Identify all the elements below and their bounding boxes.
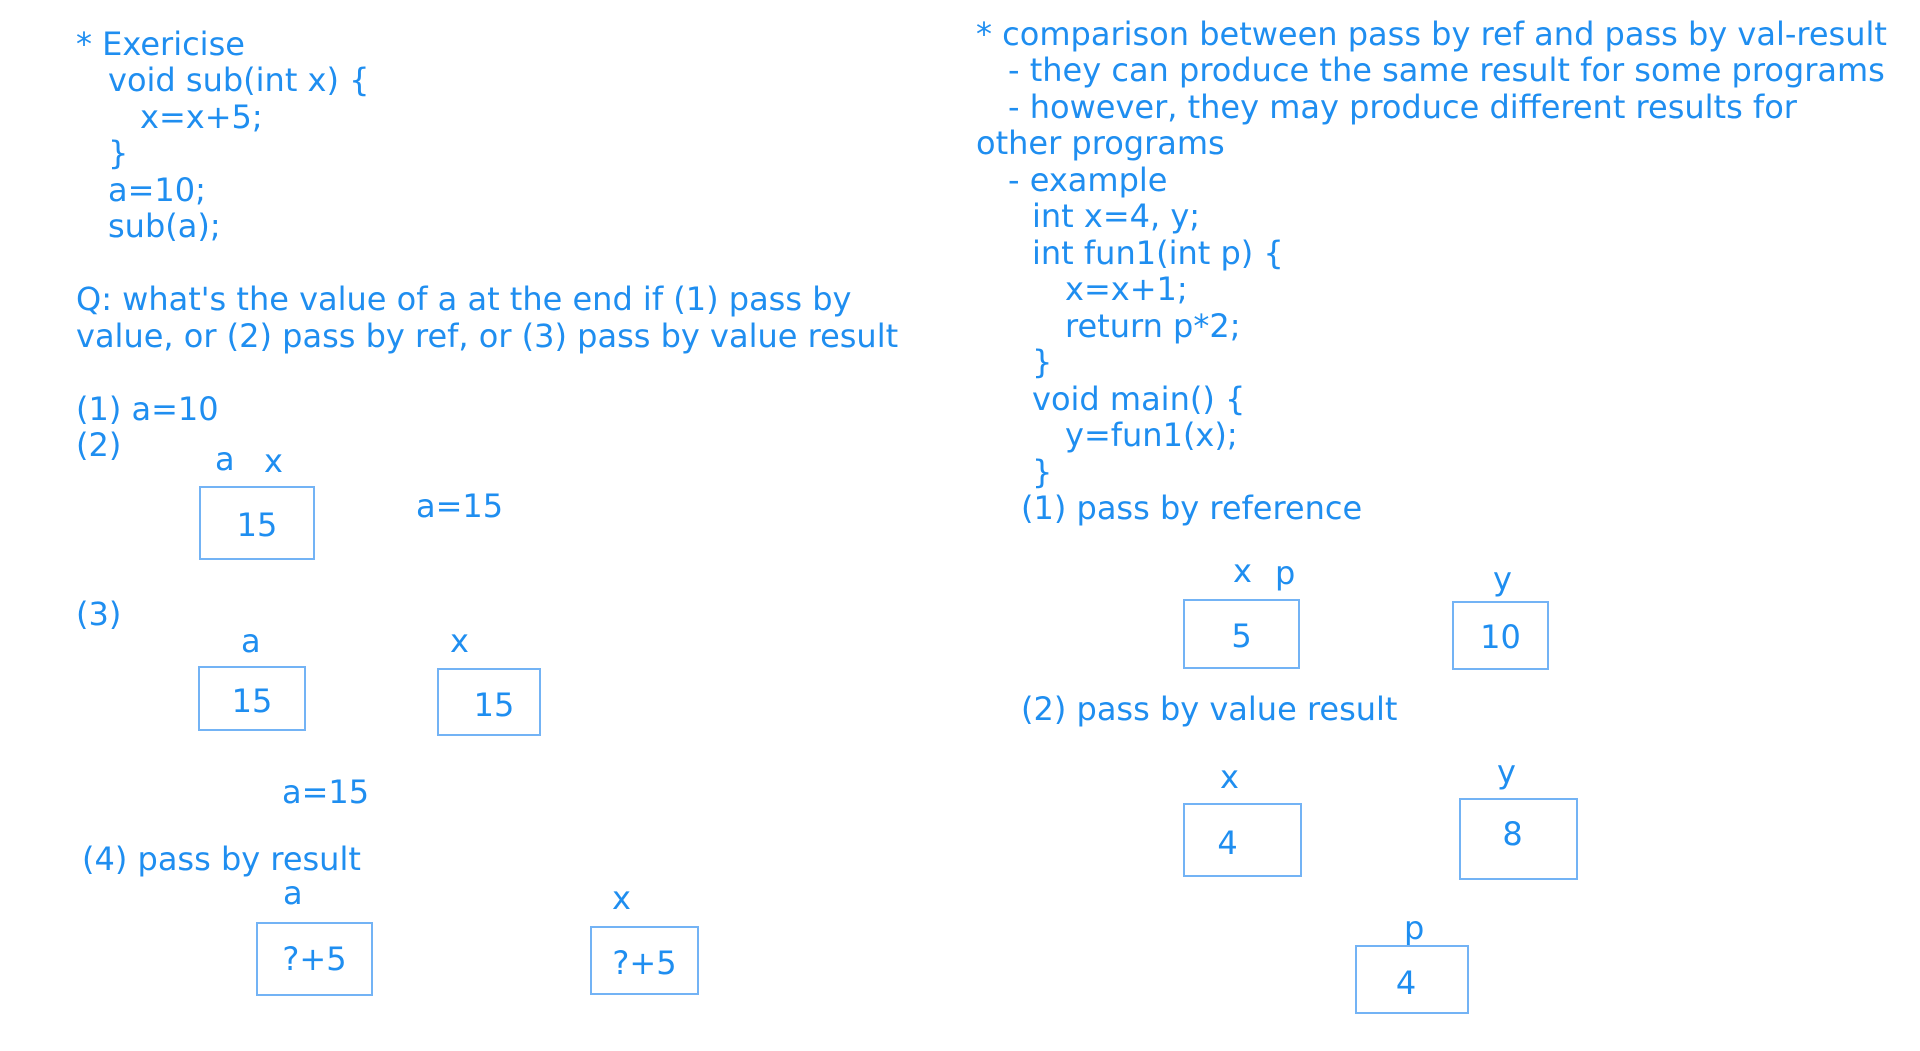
cell-label-a: a — [241, 622, 261, 660]
cell-label-x: x — [450, 622, 469, 660]
cell-label-a: a — [283, 874, 303, 912]
memory-cell-value: 15 — [236, 506, 278, 544]
cell-label-p: p — [1275, 554, 1296, 592]
memory-cell-value: 4 — [1217, 824, 1238, 862]
answer-case-1: (1) a=10 — [76, 390, 219, 428]
bullet-line: - example — [1008, 161, 1168, 199]
pass-by-value-result-label: (2) pass by value result — [1021, 690, 1398, 728]
answer-case-3-label: (3) — [76, 595, 122, 633]
question-line: value, or (2) pass by ref, or (3) pass b… — [76, 317, 899, 355]
answer-case-2-label: (2) — [76, 426, 122, 464]
memory-cell-value: 15 — [473, 686, 515, 724]
memory-cell-x: 4 — [1183, 803, 1302, 877]
memory-cell-p: 4 — [1355, 945, 1469, 1014]
bullet-line: - however, they may produce different re… — [1008, 88, 1797, 126]
memory-cell-value: 5 — [1231, 617, 1252, 655]
cell-label-a: a — [215, 440, 235, 478]
exercise-heading: * Exericise — [76, 25, 245, 63]
memory-cell-x: ?+5 — [590, 926, 699, 995]
code-line: } — [1032, 453, 1053, 491]
memory-cell-xp: 5 — [1183, 599, 1300, 669]
comparison-heading: * comparison between pass by ref and pas… — [976, 15, 1887, 53]
code-line: } — [108, 134, 129, 172]
memory-cell-y: 8 — [1459, 798, 1578, 880]
code-line: y=fun1(x); — [1065, 416, 1238, 454]
cell-label-x: x — [1220, 758, 1239, 796]
code-line: return p*2; — [1065, 307, 1241, 345]
code-line: x=x+1; — [1065, 270, 1188, 308]
cell-label-p: p — [1404, 909, 1425, 947]
answer-case-4-label: (4) pass by result — [82, 840, 361, 878]
memory-cell-value: ?+5 — [282, 940, 347, 978]
memory-cell-y: 10 — [1452, 601, 1549, 670]
bullet-line: - they can produce the same result for s… — [1008, 51, 1885, 89]
code-line: x=x+5; — [140, 98, 263, 136]
memory-cell-value: 10 — [1480, 618, 1521, 656]
code-line: void main() { — [1032, 380, 1246, 418]
memory-cell: 15 — [199, 486, 315, 560]
memory-cell-a: 15 — [198, 666, 306, 731]
result-text: a=15 — [416, 487, 504, 525]
code-line: sub(a); — [108, 207, 221, 245]
memory-cell-value: 15 — [231, 682, 273, 720]
code-line: void sub(int x) { — [108, 61, 370, 99]
cell-label-x: x — [612, 879, 631, 917]
memory-cell-value: ?+5 — [612, 944, 677, 982]
bullet-line: other programs — [976, 124, 1225, 162]
memory-cell-value: 8 — [1502, 815, 1523, 853]
cell-label-x: x — [1233, 552, 1252, 590]
cell-label-y: y — [1497, 753, 1516, 791]
result-text: a=15 — [282, 773, 370, 811]
question-line: Q: what's the value of a at the end if (… — [76, 280, 852, 318]
code-line: int x=4, y; — [1032, 197, 1201, 235]
pass-by-reference-label: (1) pass by reference — [1021, 489, 1363, 527]
code-line: a=10; — [108, 171, 206, 209]
code-line: int fun1(int p) { — [1032, 234, 1284, 272]
cell-label-x: x — [264, 442, 283, 480]
memory-cell-x: 15 — [437, 668, 541, 736]
memory-cell-a: ?+5 — [256, 922, 373, 996]
code-line: } — [1032, 343, 1053, 381]
cell-label-y: y — [1493, 560, 1512, 598]
memory-cell-value: 4 — [1395, 964, 1417, 1002]
